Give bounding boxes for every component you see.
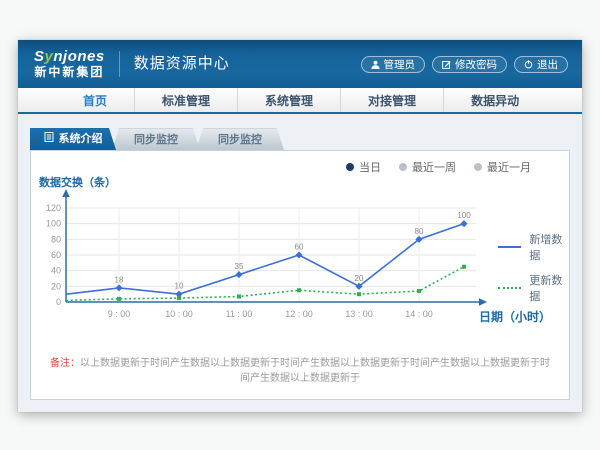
svg-text:60: 60: [295, 243, 304, 252]
radio-last-month-label: 最近一月: [487, 159, 531, 175]
radio-last-week-label: 最近一周: [412, 159, 456, 175]
svg-text:80: 80: [51, 234, 61, 244]
brand-logo: Synjones 新中新集团: [34, 49, 105, 79]
svg-text:0: 0: [56, 297, 61, 307]
svg-text:100: 100: [46, 219, 61, 229]
logout-button[interactable]: 退出: [514, 56, 568, 73]
page-title: 数据资源中心: [119, 51, 230, 77]
svg-text:20: 20: [355, 274, 364, 283]
chart-legend: 新增数据 更新数据: [498, 231, 569, 304]
y-axis-title: 数据交换（条）: [39, 174, 116, 190]
power-icon: [524, 60, 533, 69]
nav-item-home[interactable]: 首页: [56, 88, 134, 112]
legend-update-data-label: 更新数据: [529, 272, 569, 304]
svg-text:100: 100: [457, 211, 471, 220]
radio-today[interactable]: 当日: [346, 159, 381, 175]
document-icon: [44, 128, 54, 150]
svg-text:60: 60: [51, 250, 61, 260]
main-nav: 首页 标准管理 系统管理 对接管理 数据异动: [18, 88, 582, 114]
svg-text:10 : 00: 10 : 00: [165, 309, 193, 319]
tab-system-intro[interactable]: 系统介绍: [30, 128, 116, 150]
nav-item-integration-management[interactable]: 对接管理: [340, 88, 443, 112]
svg-text:40: 40: [51, 266, 61, 276]
radio-last-week[interactable]: 最近一周: [399, 159, 456, 175]
brand-logo-en: Synjones: [34, 49, 105, 66]
change-password-label: 修改密码: [455, 57, 497, 72]
x-axis-title: 日期（小时）: [479, 308, 551, 325]
edit-icon: [442, 60, 451, 69]
legend-new-data-label: 新增数据: [529, 231, 569, 263]
legend-item-new-data: 新增数据: [498, 231, 569, 263]
svg-text:9 : 00: 9 : 00: [108, 309, 131, 319]
svg-text:10: 10: [175, 282, 184, 291]
svg-text:35: 35: [235, 262, 244, 271]
svg-text:11 : 00: 11 : 00: [226, 309, 253, 319]
radio-dot: [399, 163, 407, 171]
logout-label: 退出: [537, 57, 558, 72]
tab-sync-monitor-1[interactable]: 同步监控: [112, 128, 200, 150]
footnote-text: 以上数据更新于时间产生数据以上数据更新于时间产生数据以上数据更新于时间产生数据以…: [80, 358, 550, 384]
brand-logo-cn: 新中新集团: [34, 66, 105, 79]
footnote-prefix: 备注：: [50, 358, 80, 369]
admin-user-button[interactable]: 管理员: [361, 56, 426, 73]
tab-sync-monitor-1-label: 同步监控: [134, 129, 178, 151]
user-icon: [371, 60, 380, 69]
time-range-filter: 当日 最近一周 最近一月: [346, 159, 531, 175]
nav-item-system-management[interactable]: 系统管理: [237, 88, 340, 112]
app-header: Synjones 新中新集团 数据资源中心 管理员 修改密码 退出: [18, 40, 582, 88]
tab-bar: 系统介绍 同步监控 同步监控: [30, 128, 284, 150]
change-password-button[interactable]: 修改密码: [432, 56, 507, 73]
svg-text:20: 20: [51, 281, 61, 291]
tab-sync-monitor-2-label: 同步监控: [218, 129, 262, 151]
radio-dot: [346, 163, 354, 171]
svg-text:80: 80: [415, 227, 424, 236]
app-window: Synjones 新中新集团 数据资源中心 管理员 修改密码 退出 首页 标准管…: [18, 40, 582, 412]
radio-last-month[interactable]: 最近一月: [474, 159, 531, 175]
radio-today-label: 当日: [359, 159, 381, 175]
svg-text:14 : 00: 14 : 00: [405, 309, 433, 319]
radio-dot: [474, 163, 482, 171]
svg-text:12 : 00: 12 : 00: [285, 309, 313, 319]
svg-text:120: 120: [46, 203, 61, 213]
legend-line-dotted-icon: [498, 287, 521, 289]
legend-line-solid-icon: [498, 246, 521, 248]
tab-sync-monitor-2[interactable]: 同步监控: [196, 128, 284, 150]
footnote: 备注：以上数据更新于时间产生数据以上数据更新于时间产生数据以上数据更新于时间产生…: [31, 354, 569, 384]
nav-item-standard-management[interactable]: 标准管理: [134, 88, 237, 112]
svg-text:13 : 00: 13 : 00: [345, 309, 373, 319]
admin-user-label: 管理员: [384, 57, 416, 72]
nav-item-data-change[interactable]: 数据异动: [443, 88, 546, 112]
chart-panel: 当日 最近一周 最近一月 数据交换（条） 0 20 40 60 80 100 120 9 : …: [30, 150, 570, 400]
header-actions: 管理员 修改密码 退出: [361, 56, 569, 73]
legend-item-update-data: 更新数据: [498, 272, 569, 304]
tab-system-intro-label: 系统介绍: [59, 128, 103, 150]
svg-text:18: 18: [115, 275, 124, 284]
